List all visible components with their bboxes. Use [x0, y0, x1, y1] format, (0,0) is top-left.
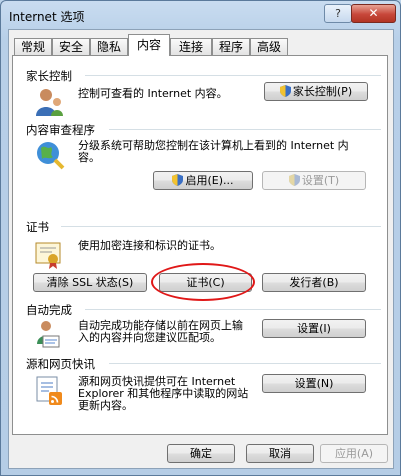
content-advisor-icon: [33, 138, 65, 170]
certificates-description: 使用加密连接和标识的证书。: [78, 239, 221, 252]
group-divider: [109, 363, 381, 364]
enable-advisor-button[interactable]: 启用(E)...: [153, 171, 253, 190]
help-button[interactable]: ?: [324, 4, 352, 23]
tab-security[interactable]: 安全: [52, 38, 90, 55]
publishers-button[interactable]: 发行者(B): [262, 273, 366, 292]
autocomplete-settings-button[interactable]: 设置(I): [262, 319, 366, 338]
autocomplete-icon: [33, 318, 65, 350]
feeds-group-title: 源和网页快讯: [26, 356, 95, 372]
enable-advisor-label: 启用(E)...: [185, 174, 234, 187]
certificates-group-title: 证书: [26, 219, 49, 235]
cancel-button[interactable]: 取消: [246, 444, 314, 463]
autocomplete-group-title: 自动完成: [26, 302, 72, 318]
parental-description: 控制可查看的 Internet 内容。: [78, 87, 228, 100]
feeds-description-line3: 更新内容。: [78, 399, 133, 412]
uac-shield-icon: [172, 174, 184, 186]
tab-programs[interactable]: 程序: [212, 38, 250, 55]
internet-options-window: Internet 选项 ? ✕ 常规 安全 隐私 内容 连接 程序 高级 家长控…: [0, 0, 401, 476]
uac-shield-icon: [279, 85, 291, 97]
group-divider: [109, 129, 381, 130]
feeds-settings-button[interactable]: 设置(N): [262, 374, 366, 393]
content-advisor-group-title: 内容审查程序: [26, 122, 95, 138]
group-divider: [85, 75, 381, 76]
content-tab-panel: 家长控制 控制可查看的 Internet 内容。 家长控制(P) 内容审查程序: [12, 55, 388, 435]
parental-group-title: 家长控制: [26, 68, 72, 84]
dialog-client-area: 常规 安全 隐私 内容 连接 程序 高级 家长控制 控制可查看的 Interne…: [8, 29, 394, 469]
feeds-icon: [33, 374, 65, 406]
advisor-settings-label: 设置(T): [301, 174, 340, 187]
window-title: Internet 选项: [9, 10, 85, 24]
certificate-icon: [33, 238, 65, 270]
ok-button[interactable]: 确定: [167, 444, 235, 463]
group-divider: [61, 226, 381, 227]
tab-content[interactable]: 内容: [128, 34, 170, 56]
tab-advanced[interactable]: 高级: [250, 38, 288, 55]
parental-control-button[interactable]: 家长控制(P): [264, 82, 368, 101]
certificates-button[interactable]: 证书(C): [159, 273, 252, 292]
close-button[interactable]: ✕: [351, 4, 396, 23]
title-bar[interactable]: Internet 选项 ? ✕: [1, 1, 400, 29]
tab-privacy[interactable]: 隐私: [90, 38, 128, 55]
tab-connections[interactable]: 连接: [170, 38, 212, 55]
group-divider: [85, 309, 381, 310]
content-advisor-description-line1: 分级系统可帮助您控制在该计算机上看到的 Internet 内: [78, 139, 349, 152]
uac-shield-icon: [288, 174, 300, 186]
apply-button[interactable]: 应用(A): [320, 444, 388, 463]
content-advisor-description-line2: 容。: [78, 151, 100, 164]
parental-control-icon: [33, 86, 65, 118]
parental-control-label: 家长控制(P): [292, 85, 353, 98]
autocomplete-description-line2: 入的内容并向您建议匹配项。: [78, 331, 221, 344]
advisor-settings-button[interactable]: 设置(T): [262, 171, 366, 190]
clear-ssl-state-button[interactable]: 清除 SSL 状态(S): [33, 273, 147, 292]
tab-general[interactable]: 常规: [14, 38, 52, 55]
